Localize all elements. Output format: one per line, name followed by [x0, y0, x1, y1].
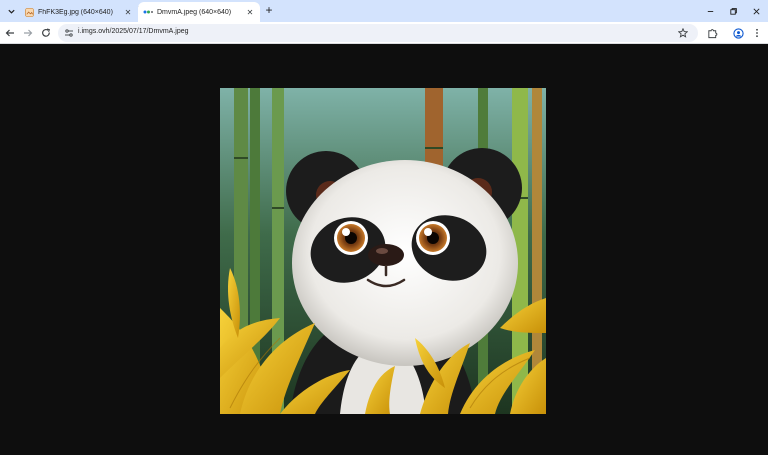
- tab-close-icon[interactable]: ✕: [122, 6, 134, 18]
- extensions-button[interactable]: [704, 25, 720, 41]
- close-window-button[interactable]: [745, 0, 767, 22]
- arrow-left-icon: [5, 29, 14, 37]
- tab-dmvma[interactable]: DmvmA.jpeg (640×640) ✕: [138, 2, 260, 22]
- address-bar[interactable]: i.imgs.ovh/2025/07/17/DmvmA.jpeg: [58, 24, 698, 42]
- menu-button[interactable]: [749, 25, 765, 41]
- restore-icon: [729, 7, 737, 15]
- panda-image[interactable]: [220, 88, 546, 414]
- new-tab-button[interactable]: +: [262, 3, 276, 17]
- reload-button[interactable]: [38, 25, 54, 41]
- chevron-down-icon: [7, 9, 15, 14]
- site-info-icon[interactable]: [63, 27, 75, 39]
- page-viewport: [0, 45, 768, 455]
- image-favicon-icon: [24, 7, 34, 17]
- minimize-button[interactable]: [699, 0, 721, 22]
- back-button[interactable]: [2, 25, 18, 41]
- forward-button[interactable]: [20, 25, 36, 41]
- minimize-icon: [707, 10, 713, 12]
- more-vert-icon: [756, 28, 758, 38]
- reload-icon: [42, 28, 50, 37]
- browser-toolbar: i.imgs.ovh/2025/07/17/DmvmA.jpeg: [0, 22, 768, 44]
- tab-fhfk3eg[interactable]: FhFK3Eg.jpg (640×640) ✕: [19, 2, 138, 22]
- profile-avatar-icon: [732, 27, 744, 39]
- puzzle-icon: [707, 28, 717, 38]
- restore-button[interactable]: [722, 0, 744, 22]
- url-text[interactable]: i.imgs.ovh/2025/07/17/DmvmA.jpeg: [78, 28, 189, 35]
- tab-strip: FhFK3Eg.jpg (640×640) ✕ DmvmA.jpeg (640×…: [0, 0, 768, 22]
- tab-close-icon[interactable]: ✕: [244, 6, 256, 18]
- profile-button[interactable]: [730, 25, 746, 41]
- close-icon: [752, 7, 760, 15]
- loading-favicon-icon: [143, 7, 153, 17]
- arrow-right-icon: [24, 29, 33, 37]
- bookmark-star-icon[interactable]: [676, 26, 690, 40]
- tab-title: FhFK3Eg.jpg (640×640): [38, 8, 113, 16]
- tab-title: DmvmA.jpeg (640×640): [157, 8, 232, 16]
- panda-in-bamboo-image: [220, 88, 546, 414]
- tab-search-button[interactable]: [3, 3, 19, 19]
